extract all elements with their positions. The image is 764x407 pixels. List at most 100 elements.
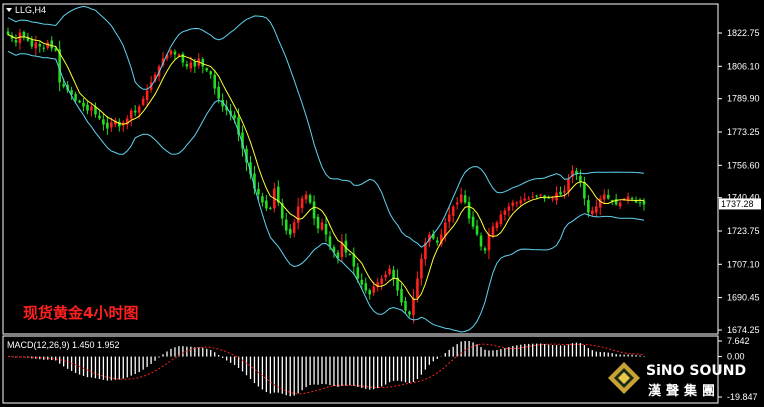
candle-body bbox=[320, 222, 324, 230]
candle-body bbox=[618, 202, 622, 207]
candle-body bbox=[74, 93, 77, 101]
candle-body bbox=[515, 202, 519, 204]
candle-body bbox=[364, 283, 368, 291]
price-axis: 1822.751806.101789.901773.251756.601740.… bbox=[718, 28, 760, 335]
candle-body bbox=[213, 74, 216, 89]
candle-body bbox=[193, 61, 197, 67]
candle-body bbox=[511, 202, 515, 206]
candle-body bbox=[14, 40, 18, 43]
candle-body bbox=[451, 206, 455, 216]
candle-body bbox=[499, 214, 503, 225]
candle-body bbox=[392, 269, 395, 279]
candle-body bbox=[62, 84, 65, 87]
candle-body bbox=[598, 198, 602, 208]
candle-body bbox=[416, 278, 419, 299]
chart-title: 现货黄金4小时图 bbox=[23, 304, 138, 322]
candle-body bbox=[90, 106, 93, 111]
candle-body bbox=[408, 311, 411, 315]
candle-body bbox=[181, 54, 185, 63]
candle-body bbox=[602, 194, 606, 200]
candle-body bbox=[50, 40, 54, 49]
price-tick-label: 1773.25 bbox=[727, 127, 760, 137]
macd-tick-label: 0.00 bbox=[727, 352, 745, 362]
candle-body bbox=[491, 226, 495, 237]
candle-body bbox=[475, 225, 479, 235]
candle-body bbox=[356, 267, 360, 279]
candle-body bbox=[328, 236, 332, 247]
candle-body bbox=[141, 98, 145, 105]
current-price-label: 1737.28 bbox=[721, 199, 754, 209]
candle-body bbox=[483, 248, 487, 251]
candle-body bbox=[595, 206, 598, 213]
candle-body bbox=[479, 235, 483, 247]
candle-body bbox=[233, 114, 236, 119]
candle-body bbox=[189, 62, 193, 69]
price-tick-label: 1707.10 bbox=[727, 259, 760, 269]
candle-body bbox=[133, 110, 137, 113]
candle-body bbox=[6, 31, 10, 35]
candle-body bbox=[380, 278, 383, 285]
price-tick-label: 1806.10 bbox=[727, 61, 760, 71]
macd-tick-label: -19.847 bbox=[727, 392, 758, 402]
candle-body bbox=[507, 206, 511, 211]
candle-body bbox=[459, 194, 463, 203]
candle-body bbox=[145, 90, 149, 100]
candle-body bbox=[626, 196, 630, 200]
candle-body bbox=[185, 64, 189, 67]
logo-sub: 漢聲集團 bbox=[648, 383, 720, 399]
price-tick-label: 1674.25 bbox=[727, 325, 760, 335]
symbol-label: LLG,H4 bbox=[15, 5, 46, 15]
candle-body bbox=[269, 207, 272, 209]
candle-body bbox=[495, 222, 499, 228]
candle-body bbox=[587, 200, 590, 213]
candle-body bbox=[436, 240, 439, 243]
candle-body bbox=[404, 300, 407, 311]
candle-body bbox=[360, 279, 364, 285]
candle-body bbox=[257, 188, 260, 195]
price-tick-label: 1756.60 bbox=[727, 160, 760, 170]
price-tick-label: 1822.75 bbox=[727, 28, 760, 38]
candle-body bbox=[110, 122, 113, 128]
candle-body bbox=[102, 119, 105, 125]
candle-body bbox=[535, 195, 538, 197]
logo-brand: SiNO SOUND bbox=[646, 363, 746, 379]
candle-body bbox=[551, 198, 554, 200]
candle-body bbox=[471, 216, 475, 227]
candle-body bbox=[388, 268, 391, 275]
macd-label: MACD(12,26,9) 1.450 1.952 bbox=[7, 340, 120, 350]
current-price-tag: 1737.28 bbox=[719, 198, 761, 210]
candle-body bbox=[169, 50, 173, 55]
candle-body bbox=[563, 190, 566, 193]
candle-body bbox=[173, 51, 177, 55]
candle-body bbox=[467, 201, 471, 219]
candle-body bbox=[372, 286, 375, 293]
candle-body bbox=[559, 191, 562, 195]
candle-body bbox=[348, 254, 352, 256]
candle-body bbox=[567, 178, 570, 192]
candle-body bbox=[531, 196, 534, 198]
macd-tick-label: 7.642 bbox=[727, 336, 750, 346]
candle-body bbox=[42, 47, 46, 49]
candle-body bbox=[129, 110, 133, 119]
candle-body bbox=[82, 102, 85, 107]
candle-body bbox=[22, 31, 26, 37]
candle-body bbox=[292, 222, 296, 234]
candle-body bbox=[591, 210, 594, 215]
price-tick-label: 1789.90 bbox=[727, 94, 760, 104]
candle-body bbox=[312, 201, 316, 219]
candle-body bbox=[455, 202, 459, 205]
candle-body bbox=[412, 298, 415, 316]
candle-body bbox=[137, 106, 141, 113]
candle-body bbox=[400, 289, 403, 303]
candle-body bbox=[606, 194, 610, 199]
chart-svg: 1822.751806.101789.901773.251756.601740.… bbox=[2, 3, 761, 404]
candle-body bbox=[583, 182, 586, 199]
candle-body bbox=[308, 195, 312, 203]
candle-body bbox=[368, 290, 372, 295]
candle-body bbox=[487, 234, 491, 251]
candle-body bbox=[630, 198, 634, 200]
candle-body bbox=[288, 228, 292, 235]
candle-body bbox=[30, 40, 34, 47]
candle-body bbox=[261, 196, 264, 203]
candle-body bbox=[284, 219, 288, 231]
